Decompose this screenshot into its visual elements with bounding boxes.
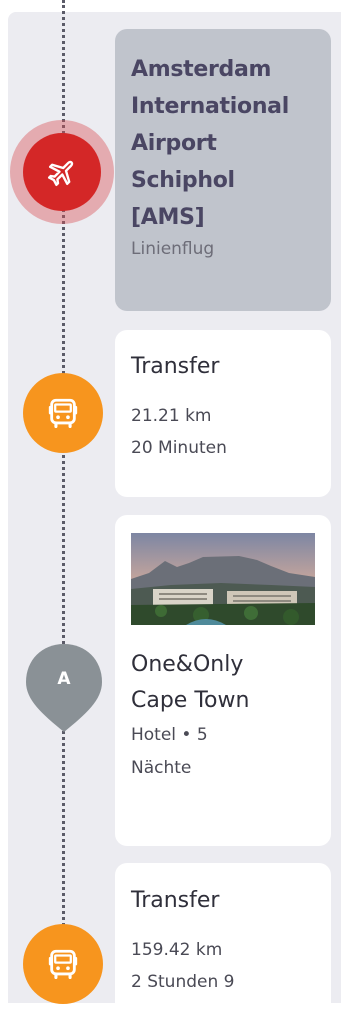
transfer-marker-2[interactable] bbox=[23, 924, 103, 1004]
transfer-title: Transfer bbox=[131, 888, 220, 913]
flight-title-line-4: Schiphol bbox=[131, 168, 235, 193]
transfer-duration: 20 Minuten bbox=[131, 438, 227, 458]
hotel-nights: Nächte bbox=[131, 758, 192, 778]
transfer-card-1[interactable]: Transfer 21.21 km 20 Minuten bbox=[115, 330, 331, 497]
flight-title-line-2: International bbox=[131, 94, 289, 119]
transfer-card-2[interactable]: Transfer 159.42 km 2 Stunden 9 bbox=[115, 863, 331, 1023]
hotel-location-pin[interactable]: A bbox=[24, 642, 104, 734]
bus-icon bbox=[48, 949, 78, 980]
transfer-distance: 159.42 km bbox=[131, 940, 223, 960]
airplane-icon bbox=[47, 160, 74, 187]
flight-card[interactable]: Amsterdam International Airport Schiphol… bbox=[115, 29, 331, 311]
bus-icon bbox=[48, 398, 78, 429]
flight-title-line-1: Amsterdam bbox=[131, 57, 272, 82]
hotel-pin-label: A bbox=[57, 669, 71, 689]
hotel-image[interactable] bbox=[131, 533, 315, 625]
hotel-name-line-1: One&Only bbox=[131, 652, 244, 677]
hotel-card[interactable]: One&Only Cape Town Hotel • 5 Nächte bbox=[115, 515, 331, 846]
transfer-marker-1[interactable] bbox=[23, 373, 103, 453]
flight-type: Linienflug bbox=[131, 239, 215, 259]
transfer-title: Transfer bbox=[131, 354, 220, 379]
hotel-type: Hotel • 5 bbox=[131, 725, 208, 745]
hotel-name-line-2: Cape Town bbox=[131, 688, 250, 713]
flight-title-line-3: Airport bbox=[131, 131, 217, 156]
flight-title-line-5: [AMS] bbox=[131, 205, 205, 230]
hotel-photo-illustration bbox=[131, 533, 315, 625]
flight-marker[interactable] bbox=[23, 133, 101, 211]
transfer-duration: 2 Stunden 9 bbox=[131, 972, 235, 992]
transfer-distance: 21.21 km bbox=[131, 406, 212, 426]
